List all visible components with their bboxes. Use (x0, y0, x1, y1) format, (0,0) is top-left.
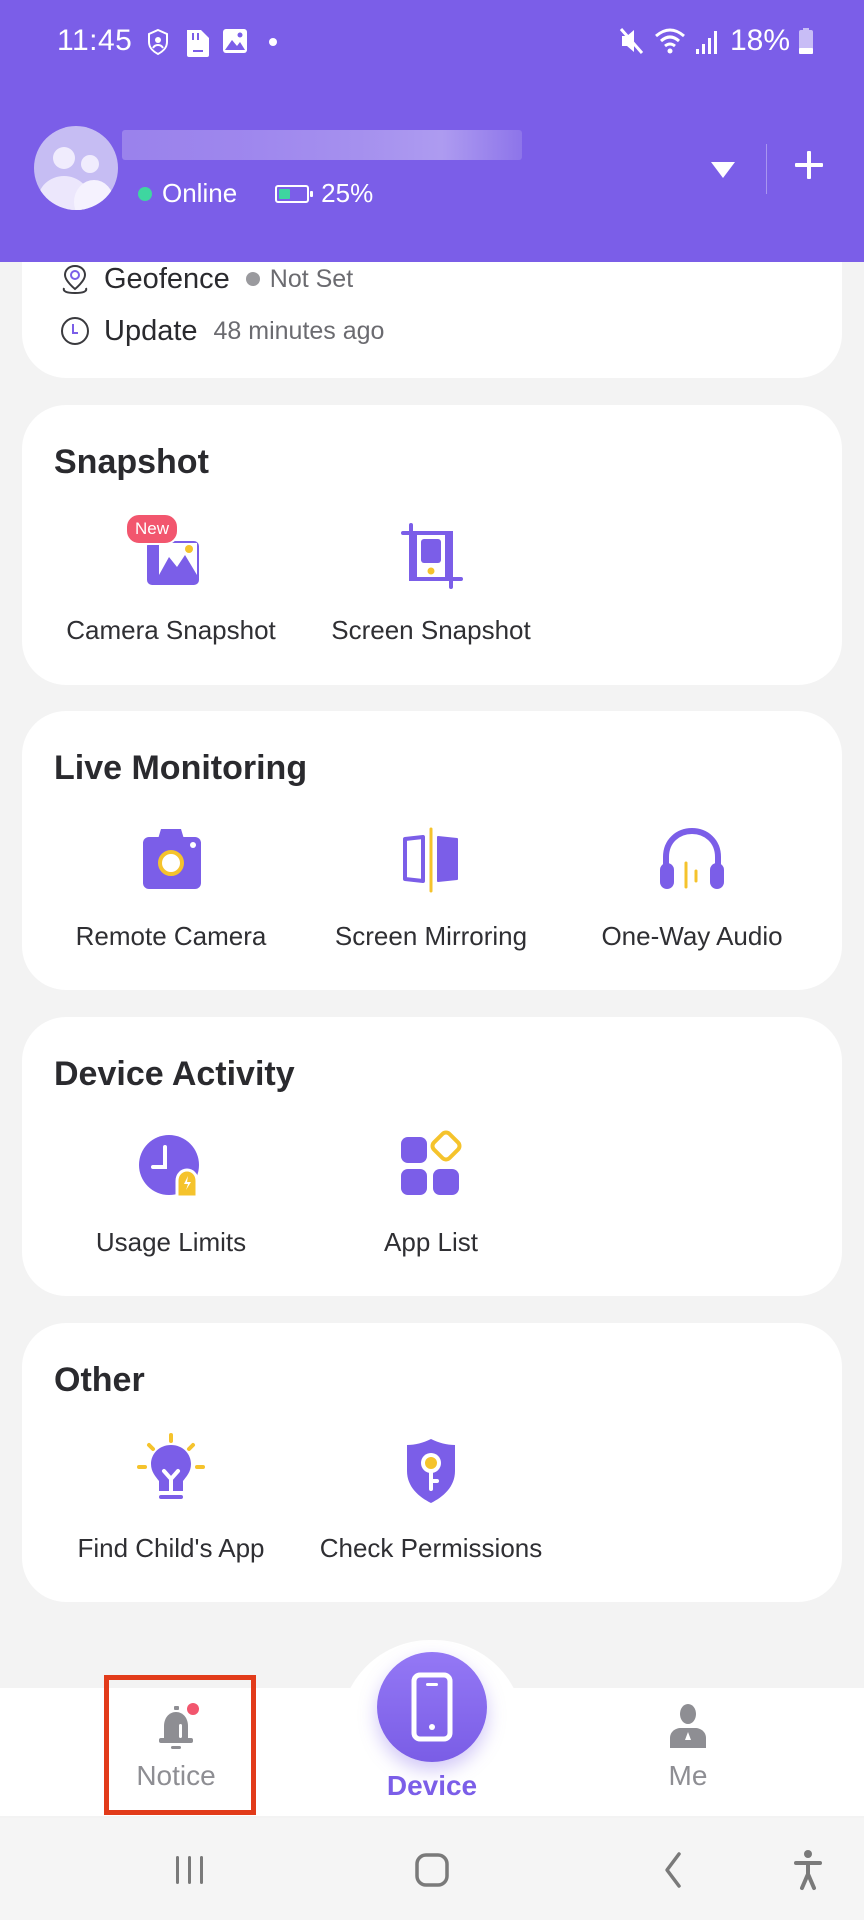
header-divider (766, 144, 767, 194)
one-way-audio-label: One-Way Audio (601, 921, 783, 951)
caret-down-icon[interactable] (708, 158, 738, 182)
device-activity-card: Device Activity Usage Limits App List (22, 1017, 842, 1296)
camera-snapshot-label: Camera Snapshot (66, 615, 276, 645)
app-list-button[interactable]: App List (301, 1125, 561, 1285)
remote-camera-button[interactable]: Remote Camera (41, 819, 301, 979)
one-way-audio-button[interactable]: One-Way Audio (562, 819, 822, 979)
geofence-status-dot-icon (245, 272, 260, 286)
phone-icon (411, 1672, 453, 1742)
home-icon[interactable] (410, 1848, 454, 1892)
update-label: Update (104, 314, 198, 347)
screen-snapshot-button[interactable]: Screen Snapshot (301, 513, 561, 673)
device-battery-fill (279, 188, 290, 199)
phone-battery-percent: 18% (729, 24, 790, 57)
status-time: 11:45 (57, 24, 133, 57)
battery-icon (799, 28, 813, 54)
nav-notice[interactable]: Notice (106, 1700, 246, 1810)
usage-limits-label: Usage Limits (95, 1227, 247, 1257)
headphones-icon (652, 819, 732, 899)
check-permissions-label: Check Permissions (319, 1533, 543, 1563)
status-bar: 11:45 18% (0, 0, 864, 86)
nav-me[interactable]: Me (618, 1700, 758, 1810)
back-icon[interactable] (651, 1848, 695, 1892)
online-status: Online (162, 178, 238, 208)
geofence-value: Not Set (269, 264, 354, 293)
live-monitoring-card: Live Monitoring Remote Camera Screen Mir… (22, 711, 842, 990)
plus-icon[interactable] (792, 148, 826, 182)
geofence-row[interactable]: Geofence Not Set (58, 262, 353, 296)
screen-mirroring-icon (391, 819, 471, 899)
mute-icon (619, 28, 644, 54)
recent-apps-icon[interactable] (168, 1848, 212, 1892)
nav-device[interactable]: Device (362, 1652, 502, 1812)
gallery-icon (223, 29, 247, 53)
screen-mirroring-label: Screen Mirroring (334, 921, 528, 951)
accessibility-icon[interactable] (786, 1848, 830, 1892)
clock-icon (61, 317, 89, 345)
nav-device-label: Device (386, 1770, 478, 1801)
geofence-icon (62, 264, 88, 295)
nav-notice-label: Notice (136, 1760, 216, 1791)
remote-camera-icon (131, 819, 211, 899)
new-badge: New (125, 513, 180, 545)
sd-card-icon (187, 30, 209, 57)
family-icon (38, 147, 114, 210)
app-list-icon (391, 1125, 471, 1205)
section-title: Snapshot (54, 443, 209, 481)
check-permissions-button[interactable]: Check Permissions (301, 1431, 561, 1591)
screen-snapshot-label: Screen Snapshot (331, 615, 531, 645)
device-battery-percent: 25% (321, 178, 374, 208)
device-avatar[interactable] (34, 126, 118, 210)
device-battery-icon (275, 184, 314, 203)
camera-snapshot-button[interactable]: New Camera Snapshot (41, 513, 301, 673)
device-name-redacted (122, 130, 522, 160)
screen-mirroring-button[interactable]: Screen Mirroring (301, 819, 561, 979)
status-right: 18% (618, 24, 814, 58)
usage-limits-button[interactable]: Usage Limits (41, 1125, 301, 1285)
lightbulb-icon (131, 1431, 211, 1511)
shield-icon (148, 28, 168, 56)
snapshot-card: Snapshot New Camera Snapshot Screen Snap… (22, 405, 842, 685)
section-title: Other (54, 1361, 145, 1399)
dot-icon (269, 38, 277, 46)
find-childs-app-label: Find Child's App (77, 1533, 265, 1563)
update-value: 48 minutes ago (213, 316, 385, 345)
signal-icon (695, 31, 717, 54)
online-indicator-icon (138, 186, 152, 201)
geofence-label: Geofence (104, 262, 230, 295)
remote-camera-label: Remote Camera (75, 921, 267, 951)
app-header: 11:45 18% Online 25% (0, 0, 864, 262)
usage-limits-icon (131, 1125, 211, 1205)
wifi-icon (654, 28, 685, 54)
app-list-label: App List (384, 1227, 478, 1257)
find-childs-app-button[interactable]: Find Child's App (41, 1431, 301, 1591)
device-status-line: Online 25% (138, 178, 373, 209)
other-card: Other Find Child's App Check Permissions (22, 1323, 842, 1602)
camera-snapshot-icon: New (125, 513, 211, 593)
section-title: Device Activity (54, 1055, 295, 1093)
bell-icon (150, 1700, 202, 1754)
device-tab-circle (377, 1652, 487, 1762)
screen-snapshot-icon (391, 513, 471, 593)
nav-me-label: Me (668, 1760, 708, 1791)
update-row: Update 48 minutes ago (58, 314, 384, 348)
permission-shield-icon (391, 1431, 471, 1511)
person-icon (662, 1700, 714, 1754)
system-nav-bar (0, 1818, 864, 1920)
section-title: Live Monitoring (54, 749, 308, 787)
device-profile[interactable]: Online 25% (0, 100, 864, 240)
